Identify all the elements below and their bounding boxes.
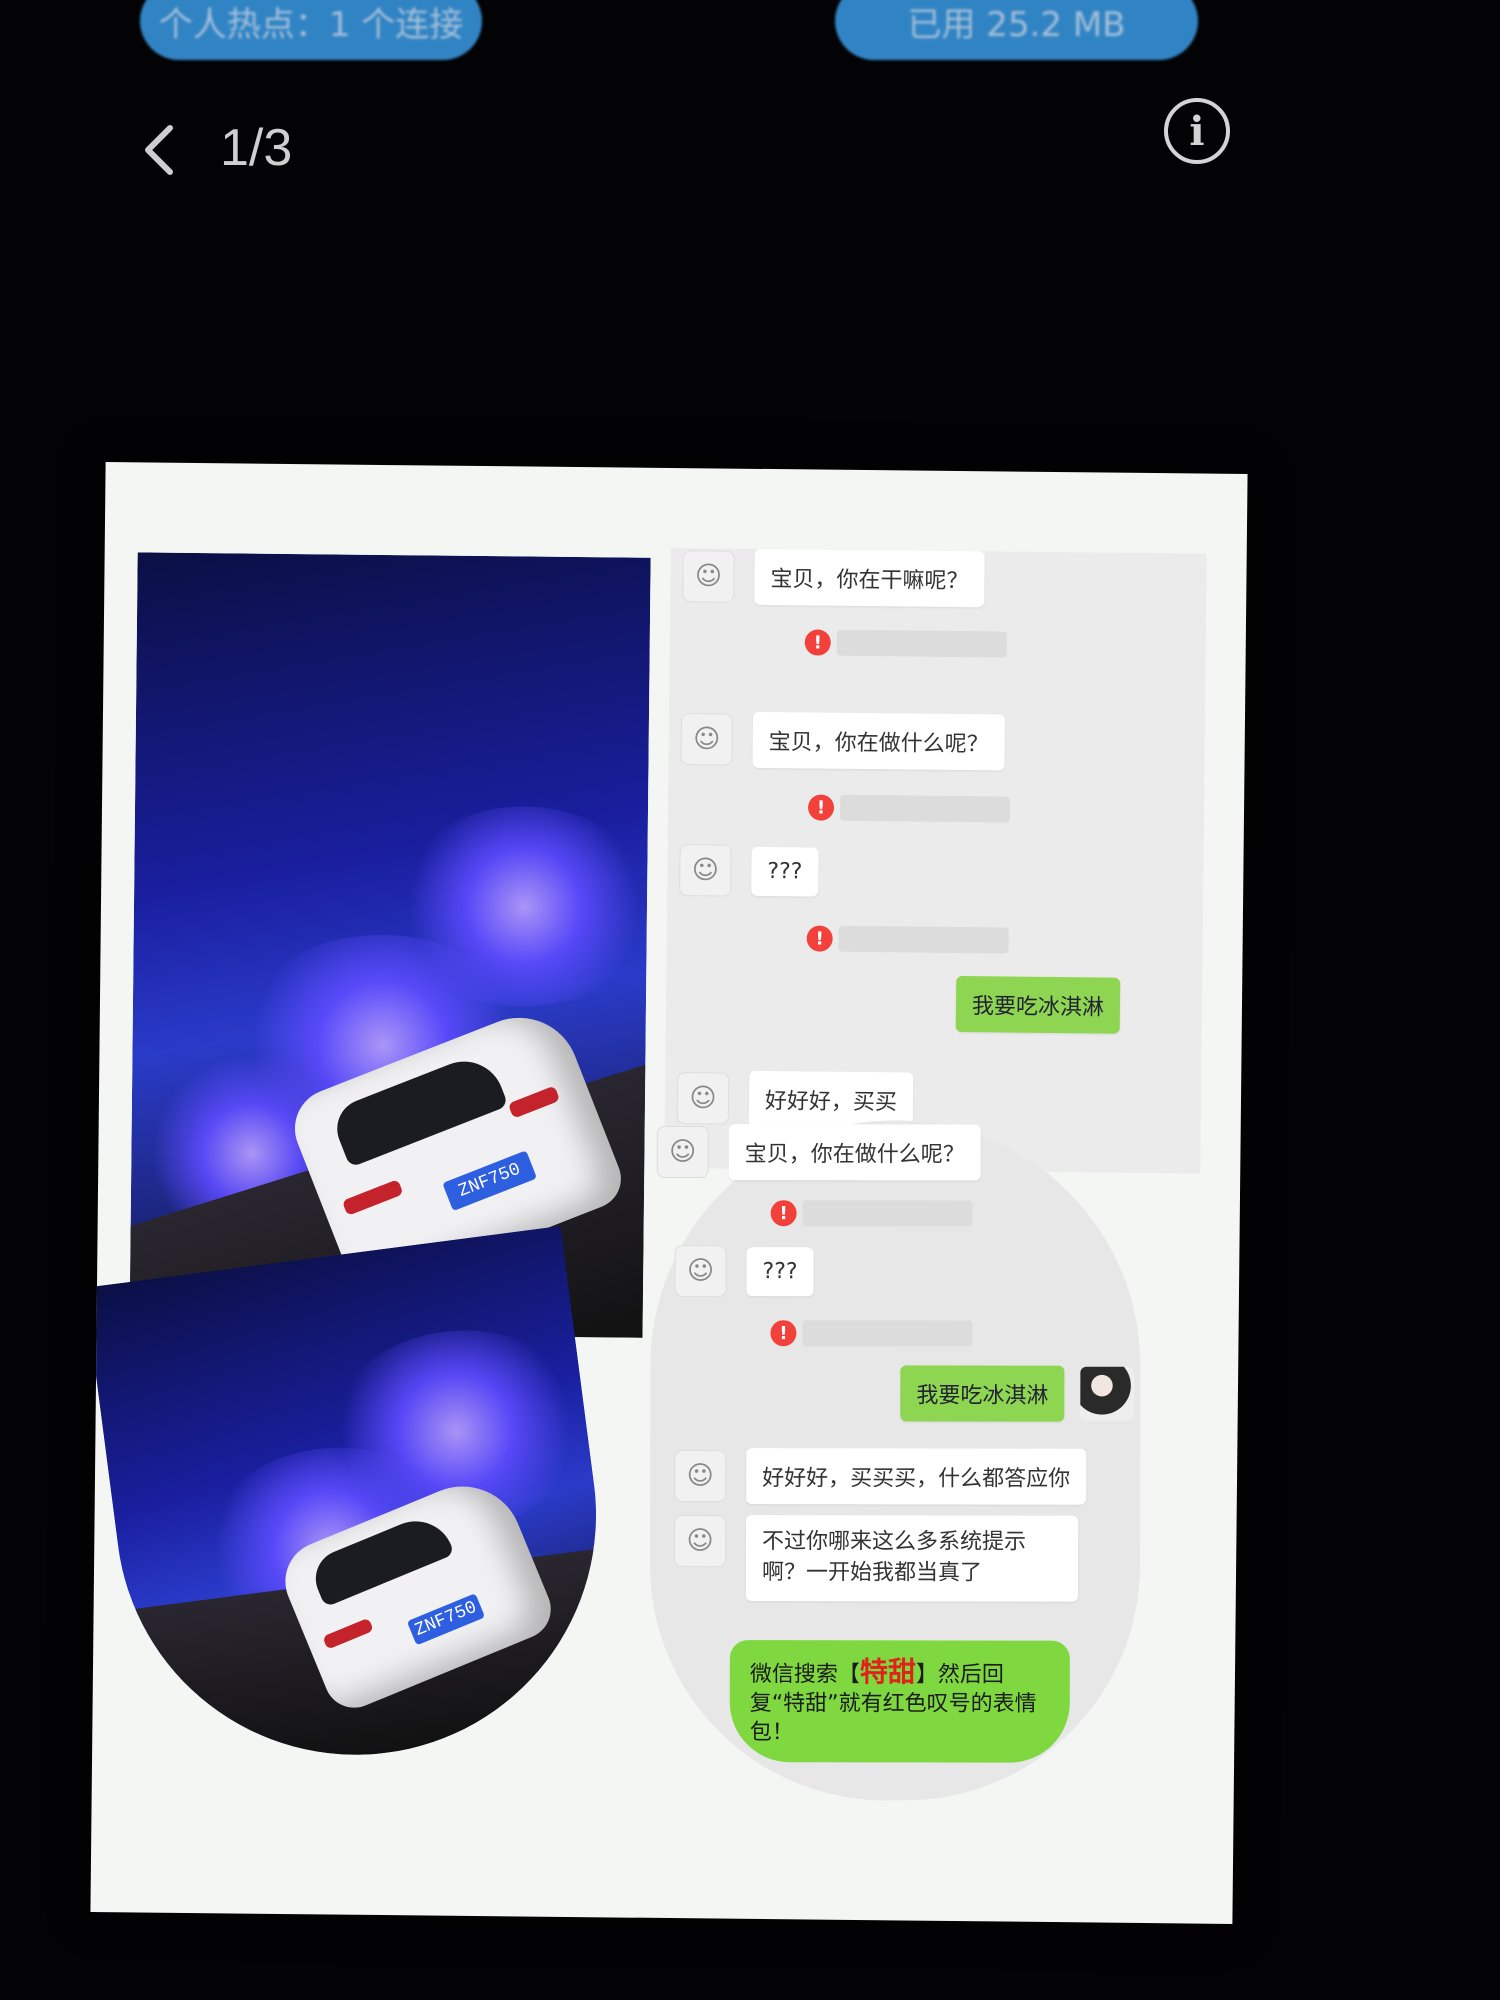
- image-viewer[interactable]: ZNF750 ❝ 我 ZNF750 ☺ 宝贝，你在干嘛呢？ ! ☺ 宝贝，你在做…: [90, 462, 1248, 1924]
- smiley-avatar-icon: ☺: [674, 1514, 727, 1568]
- page-counter: 1/3: [220, 119, 293, 177]
- system-alert: !: [807, 794, 1011, 823]
- chat-message-sent: 我要吃冰淇淋: [880, 1365, 1135, 1422]
- chat-message: ☺ 不过你哪来这么多系统提示啊？一开始我都当真了: [674, 1514, 1079, 1602]
- night-car-photo-top: ZNF750: [129, 552, 651, 1338]
- smiley-avatar-icon: ☺: [679, 844, 732, 897]
- system-alert: !: [770, 1200, 973, 1227]
- night-car-photo-bottom: ZNF750: [90, 1225, 625, 1784]
- smiley-avatar-icon: ☺: [676, 1072, 730, 1125]
- chat-message-sent: 我要吃冰淇淋: [936, 975, 1121, 1034]
- promo-bubble: 微信搜索【特甜】然后回复“特甜”就有红色叹号的表情包！: [729, 1640, 1070, 1763]
- chat-message: ☺ ???: [674, 1244, 814, 1298]
- smiley-avatar-icon: ☺: [674, 1449, 727, 1503]
- smiley-avatar-icon: ☺: [656, 1125, 709, 1179]
- chat-message: ☺ ???: [679, 844, 819, 897]
- status-pill-hotspot: 个人热点：1 个连接: [140, 0, 482, 60]
- exclamation-icon: !: [804, 629, 831, 656]
- chat-message: ☺ 宝贝，你在干嘛呢？: [682, 548, 985, 608]
- chat-message: ☺ 宝贝，你在做什么呢？: [680, 711, 1006, 771]
- license-plate: ZNF750: [442, 1150, 538, 1212]
- exclamation-icon: !: [770, 1320, 797, 1347]
- chat-message: ☺ 宝贝，你在做什么呢？: [656, 1124, 981, 1181]
- info-icon[interactable]: i: [1164, 98, 1230, 164]
- chat-message: ☺ 好好好，买买: [676, 1070, 914, 1129]
- exclamation-icon: !: [806, 925, 833, 952]
- chat-screenshot-top: ☺ 宝贝，你在干嘛呢？ ! ☺ 宝贝，你在做什么呢？ ! ☺ ??? ! 我要吃…: [664, 547, 1207, 1174]
- license-plate-2: ZNF750: [406, 1593, 486, 1646]
- status-pill-data-used: 已用 25.2 MB: [835, 0, 1198, 60]
- smiley-avatar-icon: ☺: [674, 1244, 727, 1298]
- exclamation-icon: !: [807, 794, 835, 821]
- smiley-avatar-icon: ☺: [682, 550, 735, 603]
- smiley-avatar-icon: ☺: [680, 713, 734, 766]
- exclamation-icon: !: [770, 1200, 797, 1227]
- system-alert: !: [806, 925, 1009, 954]
- back-arrow-icon[interactable]: [130, 120, 190, 180]
- viewer-topbar: 1/3 i: [130, 98, 1230, 190]
- chat-screenshot-bottom: ☺ 宝贝，你在做什么呢？ ! ☺ ??? ! 我要吃冰淇淋 ☺ 好好好，买买买，…: [649, 1119, 1141, 1801]
- system-alert: !: [804, 629, 1007, 658]
- system-alert: !: [770, 1320, 973, 1347]
- user-avatar: [1080, 1366, 1135, 1421]
- chat-message: ☺ 好好好，买买买，什么都答应你: [674, 1448, 1087, 1505]
